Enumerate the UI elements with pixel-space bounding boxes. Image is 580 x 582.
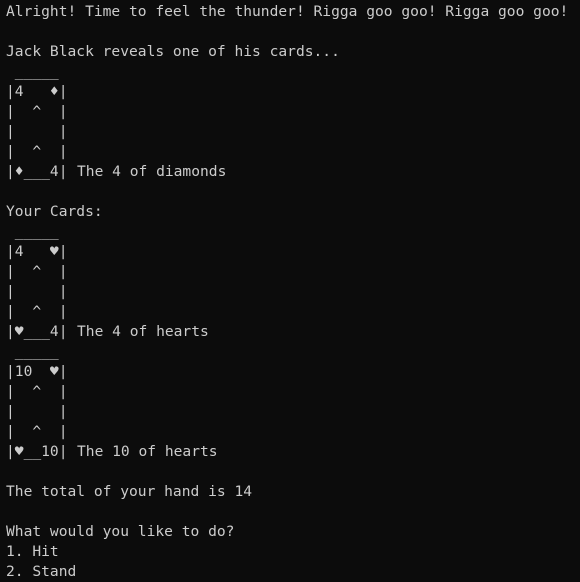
player-card-art: _____ |10 ♥| | ^ | | | | ^ | |♥__10| bbox=[6, 343, 68, 460]
action-prompt: What would you like to do? bbox=[6, 523, 235, 540]
console-window: Alright! Time to feel the thunder! Rigga… bbox=[0, 0, 580, 582]
option-hit: 1. Hit bbox=[6, 543, 59, 560]
player-card-caption: The 10 of hearts bbox=[77, 443, 218, 460]
option-stand: 2. Stand bbox=[6, 563, 77, 580]
dealer-card-caption: The 4 of diamonds bbox=[77, 163, 227, 180]
reveal-text: Jack Black reveals one of his cards... bbox=[6, 43, 340, 60]
hand-total-text: The total of your hand is 14 bbox=[6, 483, 253, 500]
your-cards-label: Your Cards: bbox=[6, 203, 103, 220]
intro-text: Alright! Time to feel the thunder! Rigga… bbox=[6, 3, 569, 20]
player-card-caption: The 4 of hearts bbox=[77, 323, 209, 340]
dealer-card-art: _____ |4 ♦| | ^ | | | | ^ | |♦___4| bbox=[6, 63, 68, 180]
player-card-art: _____ |4 ♥| | ^ | | | | ^ | |♥___4| bbox=[6, 223, 68, 340]
